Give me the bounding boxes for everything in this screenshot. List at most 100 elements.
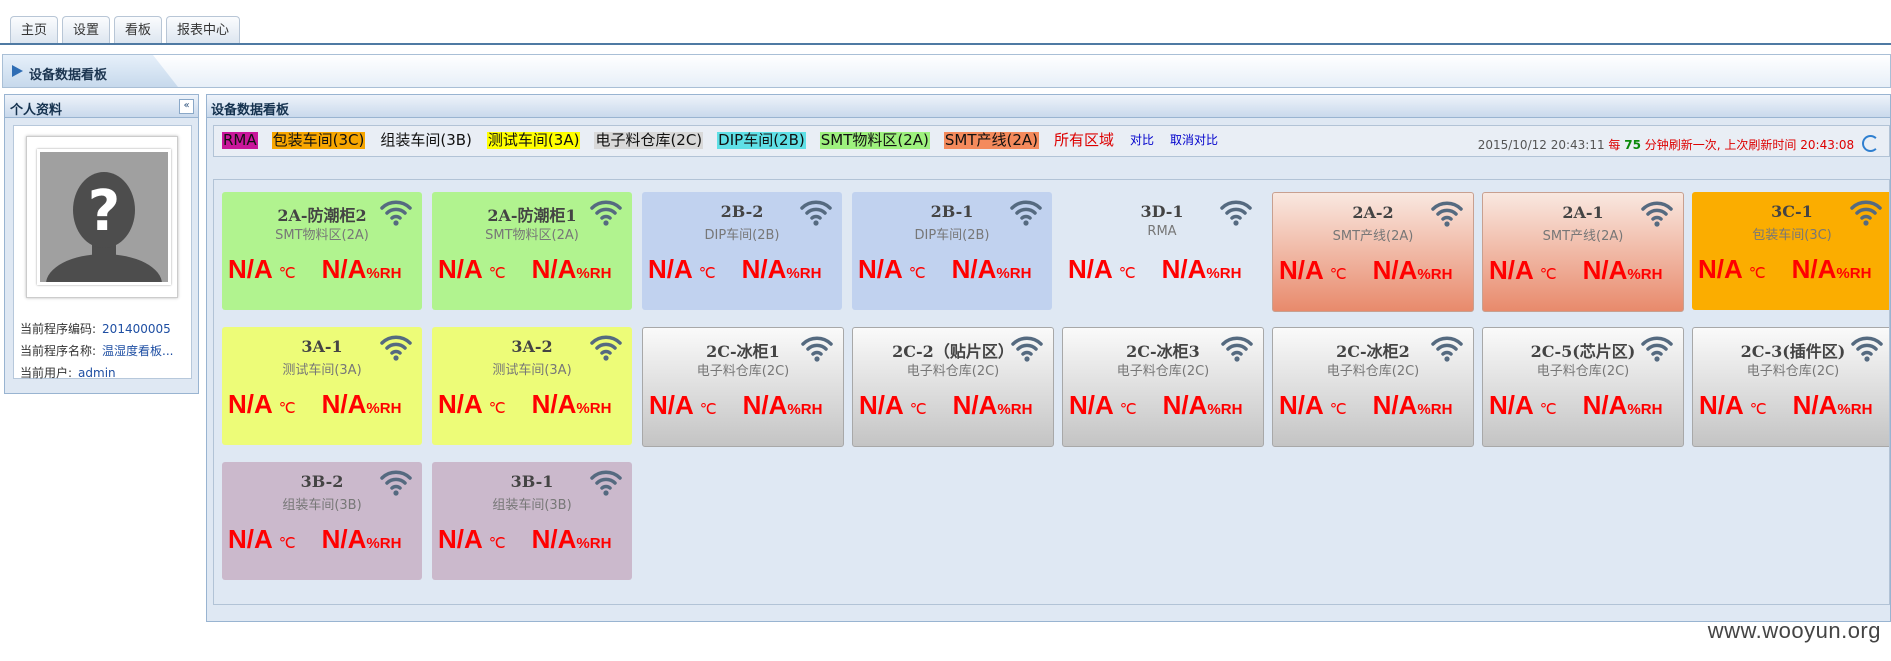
device-card[interactable]: 3B-2 组装车间(3B) N/A ℃ N/A%RH [222, 462, 422, 580]
tab-settings[interactable]: 设置 [62, 16, 111, 43]
area-filter-9[interactable]: 对比 [1129, 132, 1155, 149]
device-readings: N/A ℃ N/A%RH [1489, 255, 1662, 286]
humidity-unit: %RH [787, 401, 823, 418]
device-card[interactable]: 2C-5(芯片区) 电子料仓库(2C) N/A ℃ N/A%RH [1482, 327, 1684, 447]
program-name-value[interactable]: 温湿度看板... [102, 344, 173, 358]
area-filter-10[interactable]: 取消对比 [1169, 132, 1219, 149]
device-readings: N/A ℃ N/A%RH [228, 254, 401, 285]
device-card[interactable]: 2A-防潮柜2 SMT物料区(2A) N/A ℃ N/A%RH [222, 192, 422, 310]
humidity-unit: %RH [366, 265, 402, 282]
wifi-icon [1850, 198, 1882, 226]
device-card[interactable]: 2A-1 SMT产线(2A) N/A ℃ N/A%RH [1482, 192, 1684, 312]
device-card[interactable]: 3B-1 组装车间(3B) N/A ℃ N/A%RH [432, 462, 632, 580]
temperature-value: N/A [1699, 390, 1744, 420]
refresh-icon[interactable] [1862, 135, 1879, 152]
temperature-value: N/A [1279, 390, 1324, 420]
area-filter-2[interactable]: 组装车间(3B) [379, 132, 473, 149]
device-card[interactable]: 2B-2 DIP车间(2B) N/A ℃ N/A%RH [642, 192, 842, 310]
device-card[interactable]: 2C-2（贴片区） 电子料仓库(2C) N/A ℃ N/A%RH [852, 327, 1054, 447]
device-area: 电子料仓库(2C) [696, 364, 790, 379]
wifi-icon [590, 468, 622, 496]
arrow-icon [12, 65, 23, 77]
temperature-value: N/A [1068, 254, 1113, 284]
humidity-value: N/A [1791, 254, 1837, 284]
area-filter-5[interactable]: DIP车间(2B) [717, 132, 806, 149]
wifi-icon [380, 198, 412, 226]
device-readings: N/A ℃ N/A%RH [438, 524, 611, 555]
area-filter-3[interactable]: 测试车间(3A) [486, 132, 581, 149]
program-name-label: 当前程序名称: [20, 344, 97, 358]
device-card[interactable]: 2B-1 DIP车间(2B) N/A ℃ N/A%RH [852, 192, 1052, 310]
humidity-value: N/A [531, 254, 577, 284]
tab-board[interactable]: 看板 [114, 16, 163, 43]
humidity-value: N/A [531, 389, 577, 419]
refresh-every-label: 每 [1608, 138, 1621, 152]
program-code-value: 201400005 [102, 322, 171, 336]
humidity-value: N/A [321, 254, 367, 284]
device-area: 组装车间(3B) [282, 498, 362, 513]
temperature-value: N/A [859, 390, 904, 420]
humidity-unit: %RH [996, 265, 1032, 282]
device-readings: N/A ℃ N/A%RH [1069, 390, 1242, 421]
area-filter-6[interactable]: SMT物料区(2A) [819, 132, 930, 149]
device-area: 电子料仓库(2C) [1326, 364, 1420, 379]
device-area: SMT物料区(2A) [275, 228, 369, 243]
area-filter-4[interactable]: 电子料仓库(2C) [594, 132, 704, 149]
device-card[interactable]: 2C-冰柜3 电子料仓库(2C) N/A ℃ N/A%RH [1062, 327, 1264, 447]
temperature-unit: ℃ [278, 535, 296, 552]
humidity-value: N/A [1162, 390, 1208, 420]
wifi-icon [801, 334, 833, 362]
wifi-icon [1221, 334, 1253, 362]
area-filter-0[interactable]: RMA [222, 132, 258, 149]
humidity-value: N/A [741, 254, 787, 284]
tab-reports[interactable]: 报表中心 [166, 16, 241, 43]
wifi-icon [590, 198, 622, 226]
tab-home[interactable]: 主页 [10, 16, 59, 43]
device-card[interactable]: 3D-1 RMA N/A ℃ N/A%RH [1062, 192, 1262, 310]
area-filters: RMA 包装车间(3C) 组装车间(3B) 测试车间(3A) 电子料仓库(2C) DIP车… [222, 132, 1219, 149]
temperature-unit: ℃ [909, 401, 927, 418]
watermark: www.wooyun.org [1707, 618, 1881, 643]
user-placeholder-icon: ? [37, 149, 171, 285]
device-readings: N/A ℃ N/A%RH [438, 389, 611, 420]
collapse-button[interactable]: « [179, 99, 194, 114]
temperature-unit: ℃ [1329, 266, 1347, 283]
area-filter-1[interactable]: 包装车间(3C) [271, 132, 366, 149]
temperature-unit: ℃ [1539, 266, 1557, 283]
temperature-unit: ℃ [1748, 265, 1766, 282]
device-readings: N/A ℃ N/A%RH [1279, 390, 1452, 421]
wifi-icon [1641, 334, 1673, 362]
device-card[interactable]: 2A-防潮柜1 SMT物料区(2A) N/A ℃ N/A%RH [432, 192, 632, 310]
device-card[interactable]: 2C-3(插件区) 电子料仓库(2C) N/A ℃ N/A%RH [1692, 327, 1889, 447]
device-card[interactable]: 3A-2 测试车间(3A) N/A ℃ N/A%RH [432, 327, 632, 445]
device-card[interactable]: 2A-2 SMT产线(2A) N/A ℃ N/A%RH [1272, 192, 1474, 312]
temperature-unit: ℃ [488, 535, 506, 552]
current-user-label: 当前用户: [20, 366, 73, 380]
temperature-unit: ℃ [278, 265, 296, 282]
svg-text:?: ? [88, 179, 120, 244]
device-readings: N/A ℃ N/A%RH [1489, 390, 1662, 421]
temperature-unit: ℃ [1749, 401, 1767, 418]
program-code-row: 当前程序编码: 201400005 [20, 320, 171, 337]
device-grid: 2A-防潮柜2 SMT物料区(2A) N/A ℃ N/A%RH 2A-防潮柜1 SMT物料区… [213, 179, 1890, 605]
area-filter-8[interactable]: 所有区域 [1053, 132, 1115, 149]
device-readings: N/A ℃ N/A%RH [1699, 390, 1872, 421]
humidity-value: N/A [1582, 255, 1628, 285]
temperature-value: N/A [228, 254, 273, 284]
device-card[interactable]: 2C-冰柜2 电子料仓库(2C) N/A ℃ N/A%RH [1272, 327, 1474, 447]
temperature-value: N/A [438, 254, 483, 284]
device-area: DIP车间(2B) [704, 228, 780, 243]
device-card[interactable]: 3A-1 测试车间(3A) N/A ℃ N/A%RH [222, 327, 422, 445]
program-code-label: 当前程序编码: [20, 322, 97, 336]
device-area: RMA [1147, 224, 1177, 239]
humidity-unit: %RH [786, 265, 822, 282]
profile-panel-title: 个人资料 [10, 103, 63, 118]
humidity-value: N/A [1372, 390, 1418, 420]
area-filter-7[interactable]: SMT产线(2A) [943, 132, 1040, 149]
temperature-value: N/A [228, 389, 273, 419]
temperature-unit: ℃ [1329, 401, 1347, 418]
device-card[interactable]: 3C-1 包装车间(3C) N/A ℃ N/A%RH [1692, 192, 1889, 310]
humidity-unit: %RH [1627, 266, 1663, 283]
humidity-unit: %RH [1206, 265, 1242, 282]
device-card[interactable]: 2C-冰柜1 电子料仓库(2C) N/A ℃ N/A%RH [642, 327, 844, 447]
